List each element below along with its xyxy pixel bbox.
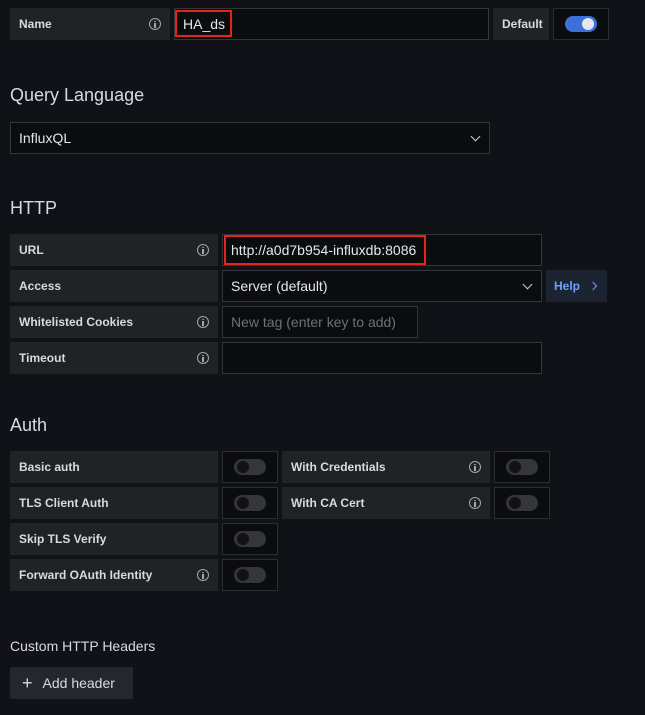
plus-icon: + [22, 673, 33, 693]
info-icon[interactable] [197, 244, 209, 256]
chevron-down-icon [470, 131, 481, 141]
with-credentials-toggle[interactable] [506, 459, 538, 475]
info-icon[interactable] [149, 18, 161, 30]
toggle-knob [237, 533, 249, 545]
timeout-label: Timeout [10, 342, 218, 374]
name-highlight-box [175, 10, 232, 37]
toggle-knob [237, 497, 249, 509]
forward-oauth-toggle[interactable] [234, 567, 266, 583]
cookies-tag-input[interactable]: New tag (enter key to add) [222, 306, 418, 338]
with-ca-cert-label: With CA Cert [282, 487, 490, 519]
cookies-label: Whitelisted Cookies [10, 306, 218, 338]
info-icon[interactable] [197, 316, 209, 328]
toggle-knob [509, 461, 521, 473]
basic-auth-toggle-container [222, 451, 278, 483]
timeout-input[interactable] [222, 342, 542, 374]
forward-oauth-label: Forward OAuth Identity [10, 559, 218, 591]
url-label: URL [10, 234, 218, 266]
tls-client-auth-toggle[interactable] [234, 495, 266, 511]
toggle-knob [237, 461, 249, 473]
with-ca-cert-toggle[interactable] [506, 495, 538, 511]
custom-headers-title: Custom HTTP Headers [10, 638, 156, 654]
toggle-knob [509, 497, 521, 509]
skip-tls-verify-label: Skip TLS Verify [10, 523, 218, 555]
with-credentials-toggle-container [494, 451, 550, 483]
query-language-select[interactable]: InfluxQL [10, 122, 490, 154]
skip-tls-verify-toggle[interactable] [234, 531, 266, 547]
url-highlight-box [224, 235, 426, 265]
http-title: HTTP [10, 198, 57, 218]
help-button[interactable]: Help [546, 270, 607, 302]
forward-oauth-toggle-container [222, 559, 278, 591]
info-icon[interactable] [197, 569, 209, 581]
tls-client-auth-toggle-container [222, 487, 278, 519]
with-credentials-label: With Credentials [282, 451, 490, 483]
tls-client-auth-label: TLS Client Auth [10, 487, 218, 519]
add-header-button[interactable]: + Add header [10, 667, 133, 699]
skip-tls-verify-toggle-container [222, 523, 278, 555]
query-language-title: Query Language [10, 85, 145, 105]
info-icon[interactable] [197, 352, 209, 364]
info-icon[interactable] [469, 461, 481, 473]
toggle-knob [582, 18, 594, 30]
access-label: Access [10, 270, 218, 302]
with-ca-cert-toggle-container [494, 487, 550, 519]
basic-auth-toggle[interactable] [234, 459, 266, 475]
default-toggle[interactable] [565, 16, 597, 32]
chevron-right-icon [588, 281, 598, 291]
chevron-down-icon [522, 279, 533, 289]
basic-auth-label: Basic auth [10, 451, 218, 483]
toggle-knob [237, 569, 249, 581]
access-select[interactable]: Server (default) [222, 270, 542, 302]
info-icon[interactable] [469, 497, 481, 509]
default-toggle-container [553, 8, 609, 40]
name-label: Name [10, 8, 170, 40]
auth-title: Auth [10, 415, 48, 435]
default-label: Default [493, 8, 549, 40]
